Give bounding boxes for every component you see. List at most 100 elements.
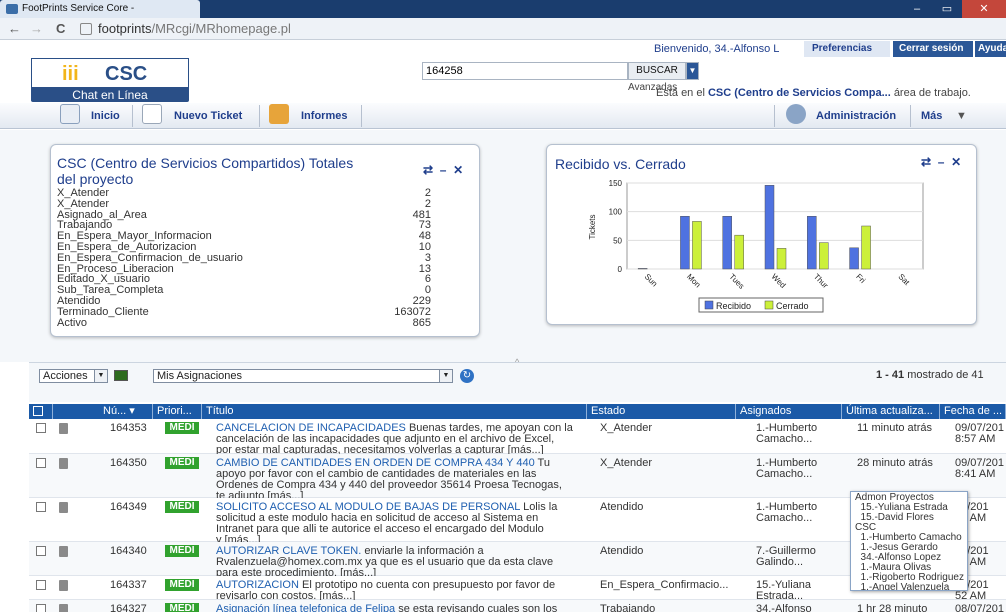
totals-widget: CSC (Centro de Servicios Compartidos) To…: [50, 144, 480, 337]
gear-icon[interactable]: [786, 104, 806, 124]
view-label: Mis Asignaciones: [157, 370, 242, 382]
ticket-updated: 11 minuto atrás: [857, 422, 933, 434]
column-assigned[interactable]: Asignados: [736, 404, 842, 419]
document-icon: [59, 502, 68, 513]
new-ticket-icon[interactable]: [142, 104, 162, 124]
chat-link[interactable]: Chat en Línea: [31, 88, 189, 102]
refresh-icon[interactable]: ⇄: [423, 163, 433, 177]
row-checkbox[interactable]: [36, 423, 46, 433]
column-date[interactable]: Fecha de ...: [940, 404, 1006, 419]
ticket-number[interactable]: 164353: [110, 423, 150, 434]
table-row[interactable]: 164353 MEDI CANCELACION DE INCAPACIDADES B…: [29, 419, 1006, 456]
reports-icon[interactable]: [269, 104, 289, 124]
nav-separator: [132, 105, 133, 127]
chevron-down-icon[interactable]: ▼: [956, 108, 967, 128]
nav-new-ticket[interactable]: Nuevo Ticket: [174, 108, 242, 128]
ticket-number[interactable]: 164340: [110, 546, 150, 557]
column-priority[interactable]: Priori...: [153, 404, 202, 419]
ticket-link[interactable]: Asignación línea telefonica de Felipa: [216, 603, 395, 612]
pager: 1 - 41 mostrado de 41: [876, 369, 984, 381]
priority-badge: MEDI: [165, 579, 199, 591]
ticket-date-time: 8:57 AM: [955, 433, 996, 445]
popup-line: 1.-Angel Valenzuela: [855, 582, 950, 591]
csc-logo: iii CSC Chat en Línea: [31, 58, 189, 102]
ticket-updated: 1 hr 28 minuto: [857, 603, 928, 612]
ticket-title: Asignación línea telefonica de Felipa se…: [216, 604, 591, 612]
close-widget-icon[interactable]: ✕: [453, 163, 463, 177]
actions-dropdown[interactable]: Acciones ▼: [39, 369, 108, 383]
y-tick-label: 0: [618, 265, 623, 274]
preferences-button[interactable]: Preferencias: [804, 41, 890, 57]
x-tick-label: Tues: [727, 272, 746, 291]
collapse-icon[interactable]: ^: [515, 357, 519, 367]
forward-icon[interactable]: →: [30, 21, 43, 36]
totals-row-value: 10: [418, 241, 431, 253]
column-number[interactable]: Nú... ▾: [53, 404, 153, 419]
document-icon: [59, 580, 68, 591]
plot-area: [626, 182, 924, 270]
column-last-updated[interactable]: Última actualiza...: [842, 404, 940, 419]
table-row[interactable]: 164327 MEDI Asignación línea telefonica de…: [29, 600, 1006, 612]
x-tick-label: Wed: [770, 272, 788, 290]
column-status[interactable]: Estado: [587, 404, 736, 419]
bar-chart: 0 50 100 150 Tickets Sun Mon Tues Wed Thur Fri Sat R…: [588, 179, 924, 313]
ticket-assignees[interactable]: 1.-Humberto Camacho...: [756, 423, 842, 445]
browser-tab[interactable]: FootPrints Service Core -: [0, 0, 200, 18]
bar-cerrado: [734, 234, 744, 270]
view-dropdown[interactable]: Mis Asignaciones ▼: [153, 369, 453, 383]
ticket-number[interactable]: 164350: [110, 458, 150, 469]
welcome-text: Bienvenido, 34.-Alfonso L: [654, 43, 780, 55]
bar-recibido: [764, 185, 775, 270]
reload-icon[interactable]: C: [56, 21, 65, 36]
back-icon[interactable]: ←: [8, 21, 21, 36]
document-icon: [59, 546, 68, 557]
ticket-assignees[interactable]: 1.-Humberto Camacho...: [756, 502, 842, 524]
chart-widget: Recibido vs. Cerrado ⇄ – ✕ 0 50 100 150 Tick…: [546, 144, 977, 325]
maximize-icon[interactable]: ▭: [932, 0, 962, 18]
search-dropdown-icon[interactable]: ▼: [686, 62, 699, 80]
priority-badge: MEDI: [165, 545, 199, 557]
select-all-checkbox[interactable]: [33, 406, 43, 416]
refresh-list-icon[interactable]: ↻: [460, 369, 474, 383]
ticket-number[interactable]: 164327: [110, 604, 150, 612]
nav-admin[interactable]: Administración: [816, 108, 896, 128]
select-all-column[interactable]: [29, 404, 53, 419]
go-icon[interactable]: [114, 370, 128, 381]
row-checkbox[interactable]: [36, 458, 46, 468]
ticket-assignees[interactable]: 1.-Humberto Camacho...: [756, 458, 842, 480]
row-checkbox[interactable]: [36, 502, 46, 512]
minimize-icon[interactable]: –: [902, 0, 932, 18]
totals-row-label: Activo: [57, 316, 87, 329]
totals-row-value: 13: [418, 262, 431, 275]
nav-reports[interactable]: Informes: [301, 108, 347, 128]
ticket-number[interactable]: 164349: [110, 502, 150, 513]
assignee-2: Camacho...: [756, 433, 813, 445]
priority-badge: MEDI: [165, 603, 199, 612]
workspace-prefix: Está en el: [656, 87, 705, 99]
y-axis-label: Tickets: [588, 214, 597, 239]
ticket-assignees[interactable]: 15.-Yuliana Estrada...: [756, 580, 842, 602]
row-checkbox[interactable]: [36, 580, 46, 590]
minimize-widget-icon[interactable]: –: [440, 163, 447, 177]
ticket-date-time: 8:41 AM: [955, 468, 996, 480]
logo-mark-icon: iii: [62, 63, 79, 85]
close-icon[interactable]: ✕: [962, 0, 1006, 18]
help-button[interactable]: Ayuda: [975, 41, 1006, 57]
bar-cerrado: [819, 242, 829, 270]
search-button[interactable]: BUSCAR: [628, 62, 686, 80]
search-input[interactable]: [422, 62, 628, 80]
bar-cerrado: [776, 248, 787, 270]
logout-button[interactable]: Cerrar sesión: [893, 41, 973, 57]
url-field[interactable]: footprints/MRcgi/MRhomepage.pl: [98, 21, 291, 36]
nav-home[interactable]: Inicio: [91, 108, 120, 128]
totals-controls: ⇄ – ✕: [423, 163, 463, 177]
row-checkbox[interactable]: [36, 604, 46, 612]
home-icon[interactable]: [60, 104, 80, 124]
ticket-assignees[interactable]: 34.-Alfonso: [756, 604, 842, 612]
nav-more[interactable]: Más: [921, 108, 942, 128]
ticket-assignees[interactable]: 7.-Guillermo Galindo...: [756, 546, 842, 568]
ticket-number[interactable]: 164337: [110, 580, 150, 591]
workspace-name[interactable]: CSC (Centro de Servicios Compa...: [708, 87, 891, 99]
row-checkbox[interactable]: [36, 546, 46, 556]
column-title[interactable]: Título: [202, 404, 587, 419]
